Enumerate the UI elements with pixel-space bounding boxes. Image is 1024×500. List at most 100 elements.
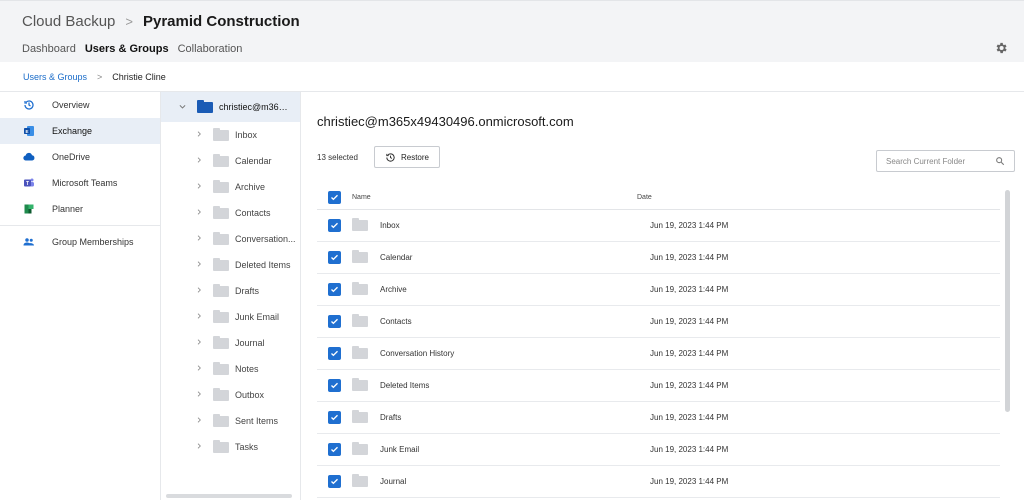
row-checkbox[interactable] xyxy=(328,315,341,328)
row-name-cell: Archive xyxy=(352,282,637,295)
exchange-icon: E xyxy=(23,125,35,137)
table-row[interactable]: Conversation History Jun 19, 2023 1:44 PM xyxy=(317,338,1000,370)
chevron-right-icon[interactable] xyxy=(195,286,203,296)
tree-item[interactable]: Inbox xyxy=(161,122,300,148)
folder-icon xyxy=(352,442,368,455)
row-name[interactable]: Journal xyxy=(380,477,406,486)
row-name[interactable]: Conversation History xyxy=(380,349,454,358)
row-checkbox[interactable] xyxy=(328,475,341,488)
row-checkbox[interactable] xyxy=(328,411,341,424)
chevron-right-icon[interactable] xyxy=(195,364,203,374)
table-row[interactable]: Junk Email Jun 19, 2023 1:44 PM xyxy=(317,434,1000,466)
folder-icon xyxy=(352,314,368,327)
folder-icon xyxy=(352,410,368,423)
table-row[interactable]: Contacts Jun 19, 2023 1:44 PM xyxy=(317,306,1000,338)
sidebar-item-exchange[interactable]: E Exchange xyxy=(0,118,160,144)
row-checkbox[interactable] xyxy=(328,443,341,456)
row-name[interactable]: Calendar xyxy=(380,253,412,262)
tree-item[interactable]: Deleted Items xyxy=(161,252,300,278)
teams-icon: T xyxy=(23,177,35,189)
breadcrumb-users-groups[interactable]: Users & Groups xyxy=(23,72,87,82)
table-vertical-scrollbar[interactable] xyxy=(1005,190,1010,412)
select-all-checkbox[interactable] xyxy=(328,191,341,204)
chevron-right-icon[interactable] xyxy=(195,312,203,322)
column-header-name[interactable]: Name xyxy=(352,194,637,201)
sidebar-item-overview[interactable]: Overview xyxy=(0,92,160,118)
sidebar-item-group-memberships[interactable]: Group Memberships xyxy=(0,229,160,255)
table-row[interactable]: Inbox Jun 19, 2023 1:44 PM xyxy=(317,210,1000,242)
table-row[interactable]: Calendar Jun 19, 2023 1:44 PM xyxy=(317,242,1000,274)
folder-icon xyxy=(213,361,229,375)
tree-item[interactable]: Tasks xyxy=(161,434,300,460)
folder-icon xyxy=(213,257,229,271)
folder-icon xyxy=(213,231,229,245)
row-name[interactable]: Junk Email xyxy=(380,445,419,454)
history-icon xyxy=(23,99,35,111)
row-name[interactable]: Contacts xyxy=(380,317,412,326)
chevron-right-icon[interactable] xyxy=(195,338,203,348)
column-header-date[interactable]: Date xyxy=(637,194,1000,201)
chevron-right-icon[interactable] xyxy=(195,416,203,426)
tree-item-label: Drafts xyxy=(235,286,260,296)
folder-icon xyxy=(352,474,368,487)
row-date: Jun 19, 2023 1:44 PM xyxy=(650,221,729,230)
chevron-right-icon[interactable] xyxy=(195,156,203,166)
tree-item-label: Deleted Items xyxy=(235,260,291,270)
tab-users-groups[interactable]: Users & Groups xyxy=(85,43,169,55)
folder-icon xyxy=(213,127,229,141)
tab-dashboard[interactable]: Dashboard xyxy=(22,43,76,55)
chevron-right-icon[interactable] xyxy=(195,130,203,140)
tree-item[interactable]: Archive xyxy=(161,174,300,200)
tree-item[interactable]: Journal xyxy=(161,330,300,356)
breadcrumb-separator: > xyxy=(97,71,103,82)
tree-item[interactable]: Sent Items xyxy=(161,408,300,434)
table-row[interactable]: Drafts Jun 19, 2023 1:44 PM xyxy=(317,402,1000,434)
folder-icon xyxy=(213,283,229,297)
tree-item[interactable]: Junk Email xyxy=(161,304,300,330)
row-name[interactable]: Deleted Items xyxy=(380,381,429,390)
table-row[interactable]: Journal Jun 19, 2023 1:44 PM xyxy=(317,466,1000,498)
folder-icon xyxy=(213,153,229,167)
top-nav: Dashboard Users & Groups Collaboration xyxy=(22,43,251,55)
chevron-right-icon[interactable] xyxy=(195,182,203,192)
gear-icon[interactable] xyxy=(994,41,1008,55)
tree-root-mailbox[interactable]: christiec@m365... xyxy=(161,92,300,122)
folder-icon xyxy=(352,378,368,391)
row-checkbox[interactable] xyxy=(328,379,341,392)
row-name-cell: Drafts xyxy=(352,410,637,423)
row-checkbox[interactable] xyxy=(328,347,341,360)
app-title[interactable]: Cloud Backup xyxy=(22,13,115,30)
tree-item[interactable]: Outbox xyxy=(161,382,300,408)
row-date: Jun 19, 2023 1:44 PM xyxy=(650,477,729,486)
table-row[interactable]: Archive Jun 19, 2023 1:44 PM xyxy=(317,274,1000,306)
row-checkbox[interactable] xyxy=(328,283,341,296)
sidebar-item-planner[interactable]: Planner xyxy=(0,196,160,222)
row-date: Jun 19, 2023 1:44 PM xyxy=(650,349,729,358)
tree-item[interactable]: Conversation... xyxy=(161,226,300,252)
search-icon[interactable] xyxy=(995,156,1005,166)
row-name[interactable]: Drafts xyxy=(380,413,401,422)
row-checkbox[interactable] xyxy=(328,219,341,232)
tree-horizontal-scrollbar[interactable] xyxy=(166,494,292,498)
row-checkbox[interactable] xyxy=(328,251,341,264)
folder-icon xyxy=(213,205,229,219)
chevron-right-icon[interactable] xyxy=(195,234,203,244)
chevron-right-icon[interactable] xyxy=(195,260,203,270)
chevron-right-icon[interactable] xyxy=(195,208,203,218)
tree-item[interactable]: Drafts xyxy=(161,278,300,304)
tree-item[interactable]: Calendar xyxy=(161,148,300,174)
page-title: christiec@m365x49430496.onmicrosoft.com xyxy=(317,114,574,129)
restore-button[interactable]: Restore xyxy=(374,146,440,168)
tree-item[interactable]: Contacts xyxy=(161,200,300,226)
sidebar-item-microsoft-teams[interactable]: T Microsoft Teams xyxy=(0,170,160,196)
sidebar-item-onedrive[interactable]: OneDrive xyxy=(0,144,160,170)
row-name[interactable]: Archive xyxy=(380,285,407,294)
row-name[interactable]: Inbox xyxy=(380,221,400,230)
title-separator: > xyxy=(125,14,133,29)
tab-collaboration[interactable]: Collaboration xyxy=(178,43,243,55)
table-row[interactable]: Deleted Items Jun 19, 2023 1:44 PM xyxy=(317,370,1000,402)
tree-item[interactable]: Notes xyxy=(161,356,300,382)
chevron-right-icon[interactable] xyxy=(195,390,203,400)
chevron-right-icon[interactable] xyxy=(195,442,203,452)
chevron-down-icon[interactable] xyxy=(178,102,188,113)
